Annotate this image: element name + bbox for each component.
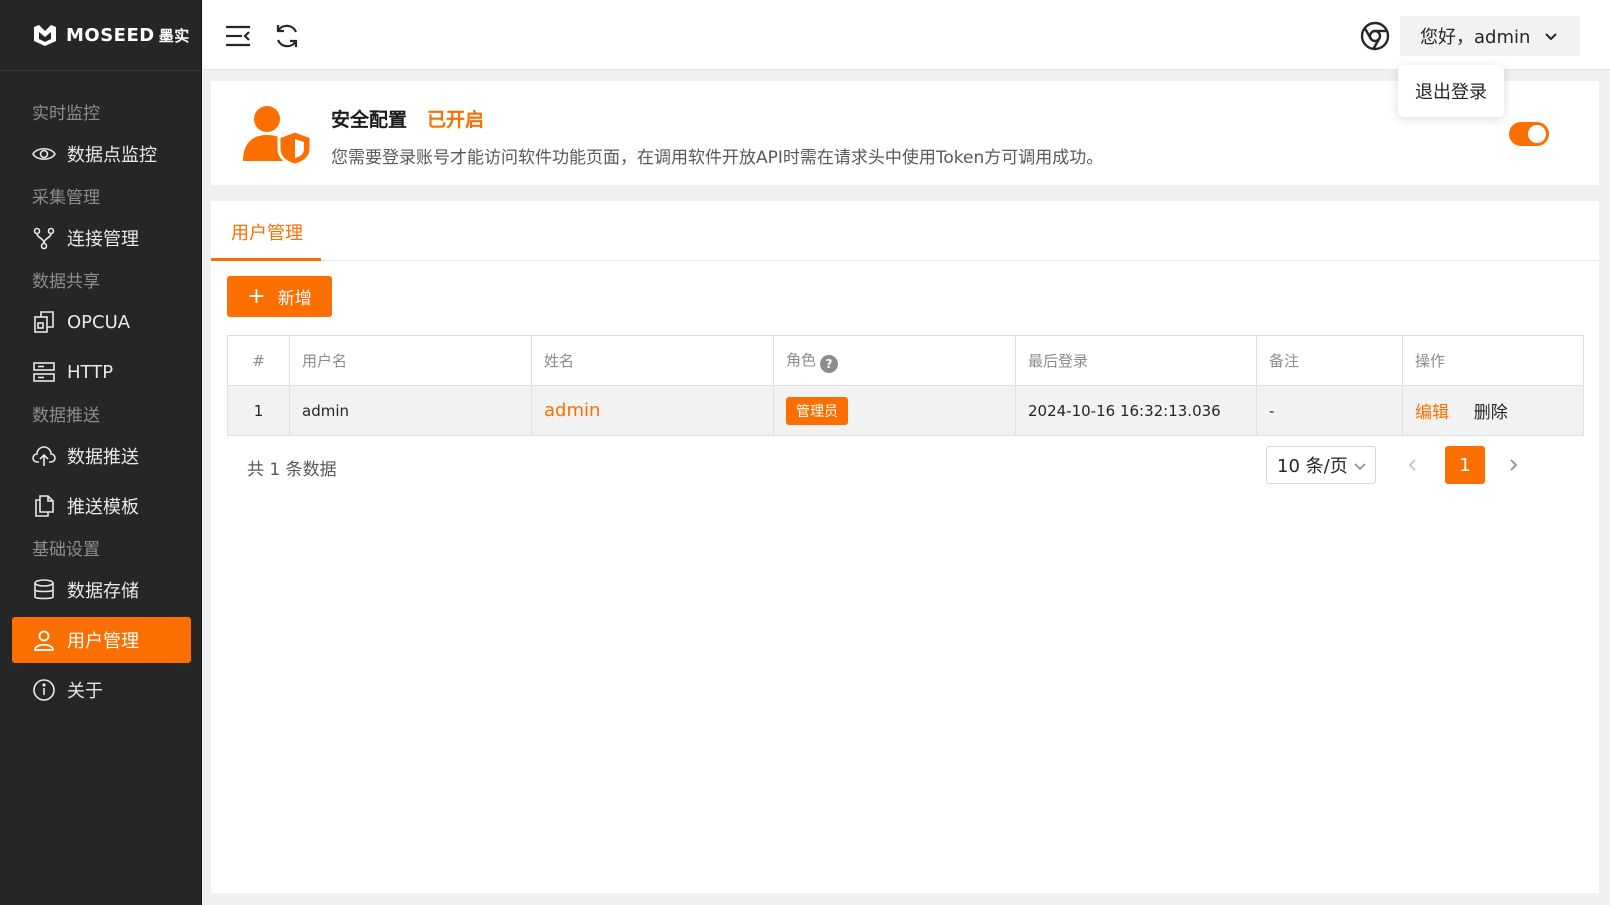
brand-logo[interactable]: MOSEED 墨实 [0, 0, 201, 71]
help-icon[interactable]: ? [820, 354, 839, 373]
sidebar-item-label: 关于 [67, 681, 103, 702]
logo-icon [34, 25, 56, 46]
sidebar-nav: 实时监控 数据点监控 采集管理 连接管理 数据共享 OPCUA HTTP 数据推… [0, 71, 201, 713]
sidebar-item-label: 连接管理 [67, 229, 139, 250]
fork-icon [32, 226, 56, 250]
sidebar-item-label: 数据点监控 [67, 145, 157, 166]
role-badge: 管理员 [786, 396, 848, 425]
tab-ink-bar [211, 258, 321, 261]
sidebar-item-opcua[interactable]: OPCUA [12, 299, 191, 345]
page-scrollbar[interactable] [1601, 70, 1610, 905]
info-icon [32, 678, 56, 702]
cell-name: admin [531, 385, 774, 436]
column-header-index: # [227, 335, 290, 386]
copy-icon [32, 494, 56, 518]
sidebar-item-label: HTTP [67, 361, 114, 383]
role-header-label: 角色 [786, 350, 817, 369]
column-header-role: 角色? [773, 335, 1016, 386]
chevron-down-icon [1544, 26, 1558, 47]
logout-menu-item[interactable]: 退出登录 [1398, 65, 1504, 117]
security-config-card: 安全配置 已开启 您需要登录账号才能访问软件功能页面，在调用软件开放API时需在… [211, 81, 1599, 185]
cloud-upload-icon [32, 444, 56, 468]
menu-fold-icon[interactable] [224, 22, 252, 50]
database-icon [32, 578, 56, 602]
cell-remark: - [1256, 385, 1403, 436]
security-description: 您需要登录账号才能访问软件功能页面，在调用软件开放API时需在请求头中使用Tok… [331, 148, 1104, 168]
sidebar-item-push-template[interactable]: 推送模板 [12, 483, 191, 529]
chevron-down-icon [1354, 455, 1366, 476]
column-header-remark: 备注 [1256, 335, 1403, 386]
plus-icon: + [247, 283, 266, 309]
refresh-icon[interactable] [273, 22, 301, 50]
group-title-collect: 采集管理 [32, 188, 100, 208]
security-toggle[interactable] [1509, 122, 1549, 146]
page-number-current[interactable]: 1 [1445, 446, 1485, 484]
delete-button[interactable]: 删除 [1474, 403, 1508, 423]
prev-page-icon[interactable] [1401, 453, 1425, 477]
security-title: 安全配置 [331, 109, 408, 131]
group-title-push: 数据推送 [32, 406, 100, 426]
tab-bar: 用户管理 [211, 201, 1599, 261]
group-title-realtime: 实时监控 [32, 104, 100, 124]
sidebar-item-label: 数据存储 [67, 581, 139, 602]
sidebar-item-data-push[interactable]: 数据推送 [12, 433, 191, 479]
user-table: # 用户名 姓名 角色? 最后登录 备注 操作 1 admin admin 管理… [227, 335, 1584, 436]
toggle-knob [1528, 125, 1546, 143]
page-size-select[interactable]: 10 条/页 [1266, 446, 1376, 484]
column-header-last-login: 最后登录 [1015, 335, 1257, 386]
server-icon [32, 360, 56, 384]
total-count: 共 1 条数据 [247, 460, 337, 480]
cell-actions: 编辑 删除 [1402, 385, 1584, 436]
sidebar-item-http[interactable]: HTTP [12, 349, 191, 395]
sidebar: MOSEED 墨实 实时监控 数据点监控 采集管理 连接管理 数据共享 OPCU… [0, 0, 202, 905]
sidebar-item-label: 数据推送 [67, 447, 139, 468]
edit-button[interactable]: 编辑 [1415, 403, 1449, 423]
tab-user-management[interactable]: 用户管理 [231, 219, 303, 245]
top-header: 您好，admin [203, 0, 1610, 70]
add-button-label: 新增 [277, 289, 312, 309]
sidebar-item-label: 用户管理 [67, 631, 139, 652]
user-management-card: 用户管理 + 新增 # 用户名 姓名 角色? 最后登录 备注 操作 1 admi… [211, 201, 1599, 893]
group-title-share: 数据共享 [32, 272, 100, 292]
sidebar-item-connections[interactable]: 连接管理 [12, 215, 191, 261]
next-page-icon[interactable] [1501, 453, 1525, 477]
security-status: 已开启 [427, 109, 485, 131]
sidebar-item-user-management[interactable]: 用户管理 [12, 617, 191, 663]
add-user-button[interactable]: + 新增 [227, 276, 332, 317]
column-header-username: 用户名 [289, 335, 532, 386]
user-shield-icon [241, 103, 313, 167]
user-menu-button[interactable]: 您好，admin [1400, 16, 1580, 56]
sidebar-item-about[interactable]: 关于 [12, 667, 191, 713]
sidebar-item-label: 推送模板 [67, 497, 139, 518]
name-link[interactable]: admin [544, 400, 600, 421]
sidebar-item-data-storage[interactable]: 数据存储 [12, 567, 191, 613]
table-row: 1 admin admin 管理员 2024-10-16 16:32:13.03… [227, 385, 1584, 436]
brand-name: MOSEED [66, 24, 155, 46]
table-header-row: # 用户名 姓名 角色? 最后登录 备注 操作 [227, 335, 1584, 386]
cell-username: admin [289, 385, 532, 436]
page-size-value: 10 条/页 [1277, 456, 1348, 477]
column-header-name: 姓名 [531, 335, 774, 386]
cell-index: 1 [227, 385, 290, 436]
brand-cn: 墨实 [158, 26, 190, 45]
browser-icon[interactable] [1359, 20, 1391, 52]
user-icon [32, 628, 56, 652]
sidebar-item-datapoint-monitor[interactable]: 数据点监控 [12, 131, 191, 177]
column-header-actions: 操作 [1402, 335, 1584, 386]
cell-last-login: 2024-10-16 16:32:13.036 [1015, 385, 1257, 436]
cell-role: 管理员 [773, 385, 1016, 436]
user-greeting: 您好，admin [1420, 27, 1531, 48]
opcua-icon [32, 310, 56, 334]
group-title-basic: 基础设置 [32, 540, 100, 560]
eye-icon [32, 142, 56, 166]
sidebar-item-label: OPCUA [67, 311, 131, 333]
